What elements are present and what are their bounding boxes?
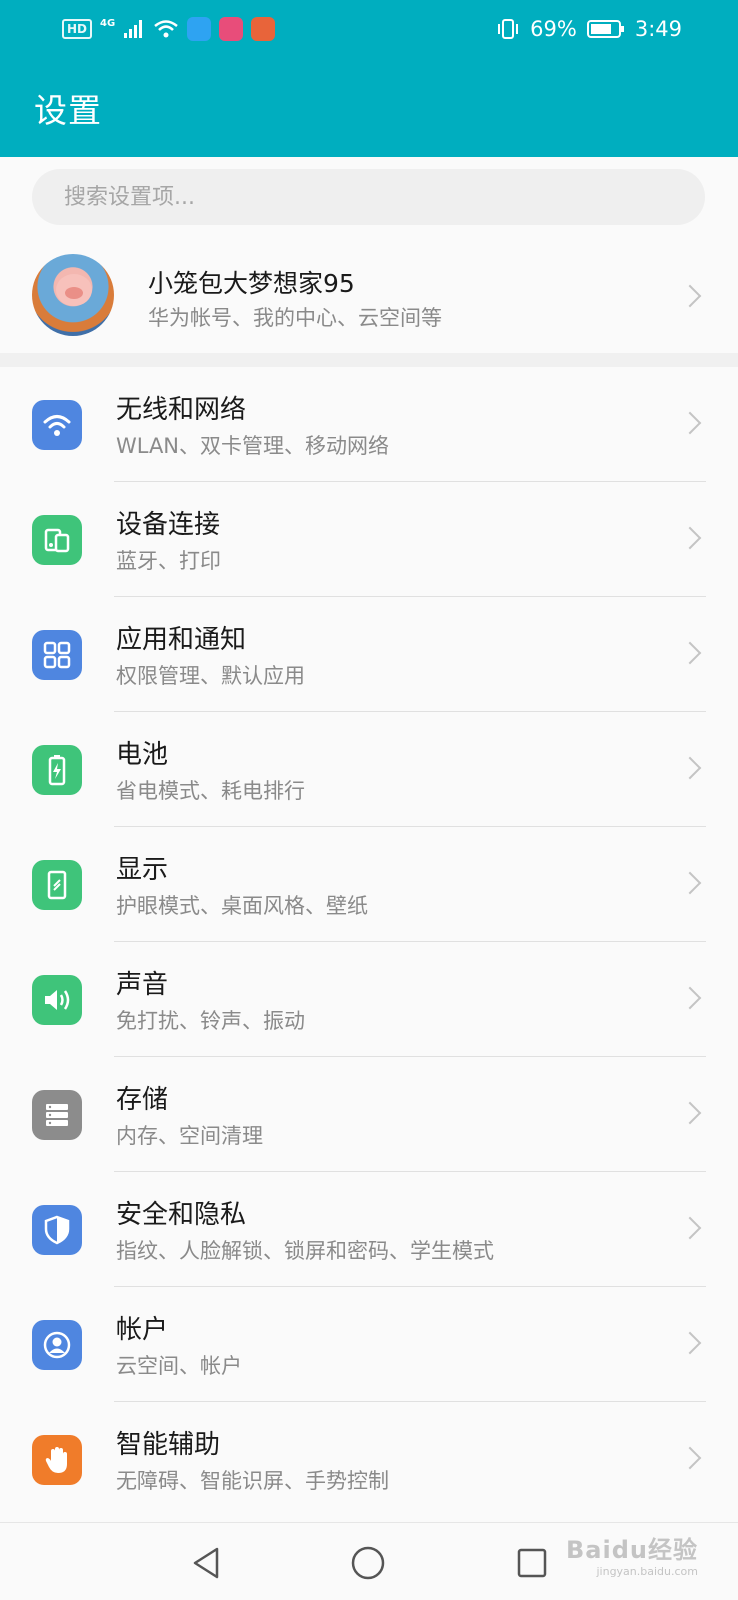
- notification-app-icon-2: [219, 17, 244, 41]
- profile-subtitle: 华为帐号、我的中心、云空间等: [148, 306, 442, 330]
- settings-item-device-connection[interactable]: 设备连接 蓝牙、打印: [0, 482, 738, 597]
- chevron-right-icon: [678, 986, 702, 1010]
- storage-icon: [32, 1090, 82, 1140]
- avatar-snout: [65, 287, 83, 299]
- settings-item-subtitle: 云空间、帐户: [116, 1354, 242, 1378]
- chevron-right-icon: [678, 526, 702, 550]
- settings-item-title: 电池: [116, 740, 169, 770]
- section-divider: [0, 353, 738, 367]
- watermark: Baidu经验 jingyan.baidu.com: [566, 1530, 698, 1578]
- clock: 3:49: [634, 17, 682, 41]
- chevron-right-icon: [678, 1446, 702, 1470]
- settings-item-subtitle: 护眼模式、桌面风格、壁纸: [116, 894, 368, 918]
- chevron-right-icon: [678, 871, 702, 895]
- home-circle-icon: [351, 1546, 385, 1580]
- chevron-right-icon: [678, 641, 702, 665]
- settings-item-wireless[interactable]: 无线和网络 WLAN、双卡管理、移动网络: [0, 367, 738, 482]
- settings-item-title: 智能辅助: [116, 1430, 221, 1460]
- settings-item-subtitle: 指纹、人脸解锁、锁屏和密码、学生模式: [116, 1239, 494, 1263]
- settings-item-apps[interactable]: 应用和通知 权限管理、默认应用: [0, 597, 738, 712]
- settings-item-sound[interactable]: 声音 免打扰、铃声、振动: [0, 942, 738, 1057]
- settings-item-title: 帐户: [116, 1315, 169, 1345]
- chevron-right-icon: [678, 1331, 702, 1355]
- settings-item-title: 显示: [116, 855, 169, 885]
- chevron-right-icon: [678, 284, 702, 308]
- search-input[interactable]: [32, 169, 705, 225]
- display-icon: [32, 860, 82, 910]
- home-button[interactable]: [346, 1541, 390, 1585]
- watermark-url: jingyan.baidu.com: [596, 1565, 698, 1578]
- chevron-right-icon: [678, 756, 702, 780]
- back-triangle-icon: [193, 1547, 219, 1579]
- battery-percent: 69%: [530, 17, 577, 41]
- settings-item-title: 设备连接: [116, 510, 221, 540]
- status-right: 69% 3:49: [496, 12, 682, 46]
- header-bar: HD 4G 69% 3:49 设置: [0, 0, 738, 157]
- watermark-brand: Baidu经验: [566, 1536, 698, 1564]
- settings-item-subtitle: 无障碍、智能识屏、手势控制: [116, 1469, 389, 1493]
- status-bar: HD 4G 69% 3:49: [0, 0, 738, 58]
- settings-item-title: 应用和通知: [116, 625, 247, 655]
- settings-item-subtitle: WLAN、双卡管理、移动网络: [116, 434, 390, 458]
- settings-item-title: 安全和隐私: [116, 1200, 247, 1230]
- apps-grid-icon: [32, 630, 82, 680]
- settings-list: 无线和网络 WLAN、双卡管理、移动网络 设备连接 蓝牙、打印 应用和通知 权限…: [0, 367, 738, 1517]
- avatar: [32, 254, 114, 336]
- settings-item-title: 存储: [116, 1085, 169, 1115]
- settings-item-display[interactable]: 显示 护眼模式、桌面风格、壁纸: [0, 827, 738, 942]
- wifi-status-icon: [154, 20, 178, 38]
- signal-icon: [124, 20, 143, 38]
- settings-item-battery[interactable]: 电池 省电模式、耗电排行: [0, 712, 738, 827]
- recents-square-icon: [517, 1548, 547, 1578]
- battery-status-icon: [586, 20, 624, 38]
- chevron-right-icon: [678, 1216, 702, 1240]
- settings-item-smart-assist[interactable]: 智能辅助 无障碍、智能识屏、手势控制: [0, 1402, 738, 1517]
- settings-item-subtitle: 省电模式、耗电排行: [116, 779, 305, 803]
- notification-app-icon-1: [187, 17, 212, 41]
- profile-name: 小笼包大梦想家95: [148, 269, 355, 298]
- hd-badge: HD: [62, 19, 93, 39]
- battery-icon: [32, 745, 82, 795]
- settings-item-title: 声音: [116, 970, 169, 1000]
- vibrate-icon: [498, 19, 519, 39]
- settings-item-subtitle: 蓝牙、打印: [116, 549, 221, 573]
- navigation-bar: Baidu经验 jingyan.baidu.com: [0, 1522, 738, 1600]
- account-icon: [32, 1320, 82, 1370]
- settings-item-storage[interactable]: 存储 内存、空间清理: [0, 1057, 738, 1172]
- search-container: [32, 169, 705, 225]
- wifi-icon: [32, 400, 82, 450]
- back-button[interactable]: [184, 1541, 228, 1585]
- page-title: 设置: [34, 91, 102, 130]
- settings-item-subtitle: 内存、空间清理: [116, 1124, 263, 1148]
- device-connection-icon: [32, 515, 82, 565]
- chevron-right-icon: [678, 411, 702, 435]
- chevron-right-icon: [678, 1101, 702, 1125]
- sound-icon: [32, 975, 82, 1025]
- network-type: 4G: [100, 17, 116, 29]
- profile-row[interactable]: 小笼包大梦想家95 华为帐号、我的中心、云空间等: [0, 240, 738, 352]
- settings-item-subtitle: 权限管理、默认应用: [116, 664, 305, 688]
- settings-item-security[interactable]: 安全和隐私 指纹、人脸解锁、锁屏和密码、学生模式: [0, 1172, 738, 1287]
- hand-icon: [32, 1435, 82, 1485]
- status-left: HD 4G: [62, 14, 276, 44]
- recents-button[interactable]: [510, 1541, 554, 1585]
- settings-item-account[interactable]: 帐户 云空间、帐户: [0, 1287, 738, 1402]
- settings-item-title: 无线和网络: [116, 395, 247, 425]
- shield-icon: [32, 1205, 82, 1255]
- notification-app-icon-3: [251, 17, 276, 41]
- settings-item-subtitle: 免打扰、铃声、振动: [116, 1009, 305, 1033]
